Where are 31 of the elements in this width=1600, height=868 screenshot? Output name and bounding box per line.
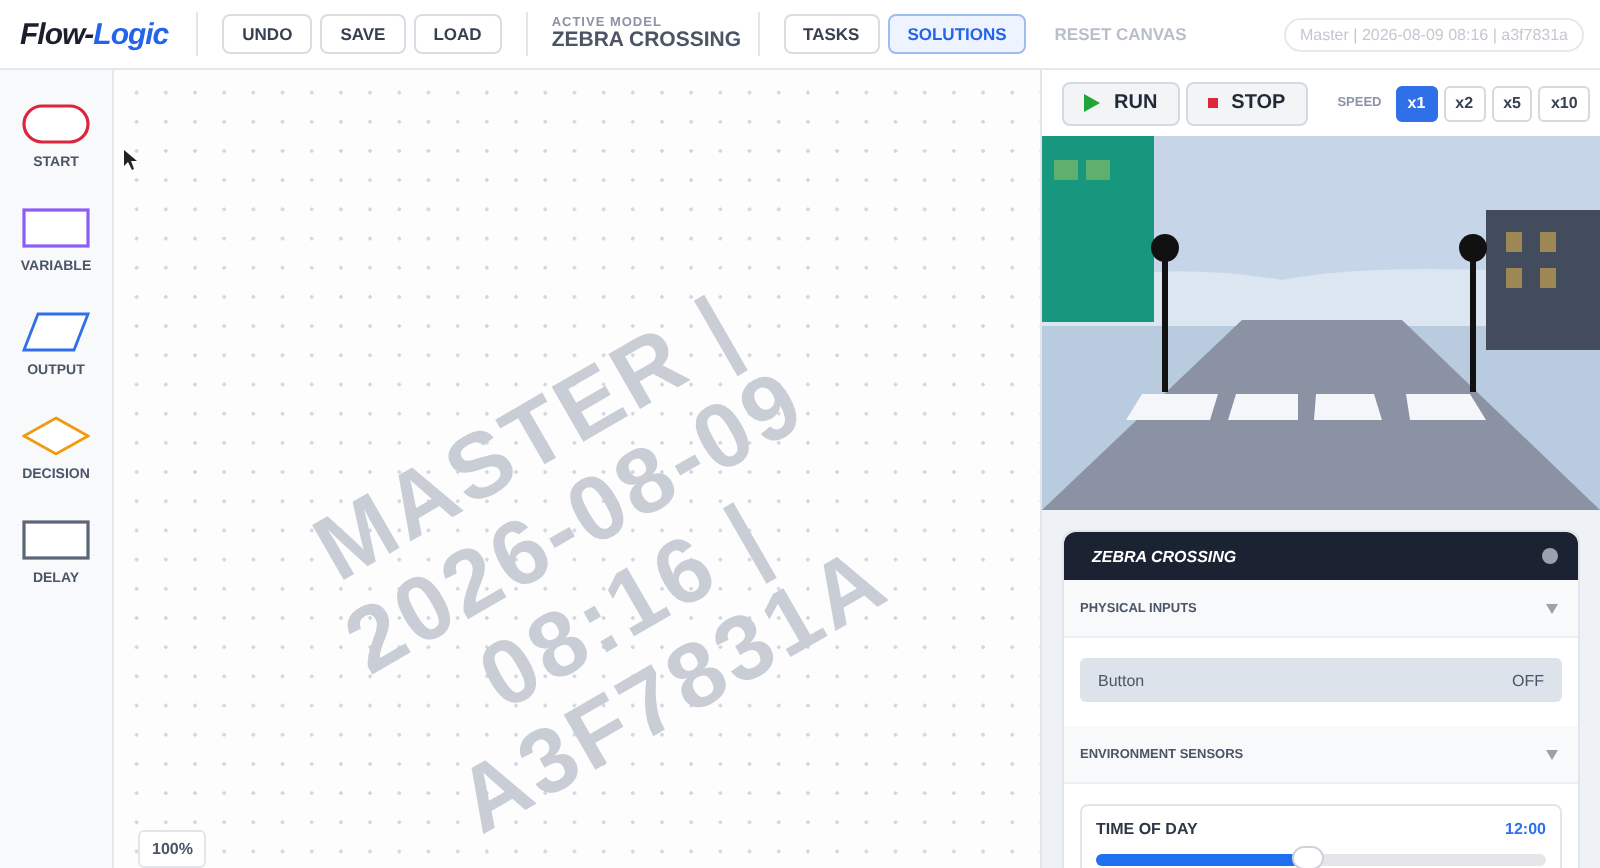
status-dot xyxy=(1542,548,1558,564)
toolbar-button[interactable]: LOAD xyxy=(413,14,502,54)
toolbar-button[interactable]: UNDO xyxy=(222,14,313,54)
speed-button[interactable]: x1 xyxy=(1395,85,1438,121)
run-button[interactable]: RUN xyxy=(1062,81,1180,125)
version-badge: Master | 2026-08-09 08:16 | a3f7831a xyxy=(1283,17,1584,51)
toolbar-button[interactable]: SAVE xyxy=(320,14,406,54)
sensor-label: TIME OF DAY xyxy=(1096,820,1198,838)
input-label: Button xyxy=(1098,671,1145,689)
panel-title: ZEBRA CROSSING xyxy=(1092,547,1237,565)
stop-icon xyxy=(1207,98,1218,108)
sensor-value: 12:00 xyxy=(1505,820,1546,838)
slider-thumb[interactable] xyxy=(1291,846,1324,868)
delay-shape-icon[interactable] xyxy=(22,520,90,560)
model-name: ZEBRA CROSSING xyxy=(551,30,742,51)
start-shape-icon[interactable] xyxy=(22,104,90,144)
output-shape-icon[interactable] xyxy=(22,312,90,352)
input-toggle[interactable]: Button OFF xyxy=(1080,658,1562,702)
logo-text: Flow- xyxy=(20,17,94,51)
logo-text: Logic xyxy=(93,17,169,51)
speed-button[interactable]: x10 xyxy=(1538,85,1590,121)
play-icon xyxy=(1084,94,1100,112)
input-state: OFF xyxy=(1512,671,1544,689)
variable-shape-icon[interactable] xyxy=(21,208,90,248)
stop-button[interactable]: STOP xyxy=(1185,81,1308,125)
cursor-icon xyxy=(124,150,138,170)
speed-button[interactable]: x5 xyxy=(1491,85,1533,121)
zoom-level: 100% xyxy=(138,830,207,868)
speed-button[interactable]: x2 xyxy=(1443,85,1486,121)
nav-button[interactable]: SOLUTIONS xyxy=(887,14,1027,54)
nav-button[interactable]: TASKS xyxy=(783,14,880,54)
